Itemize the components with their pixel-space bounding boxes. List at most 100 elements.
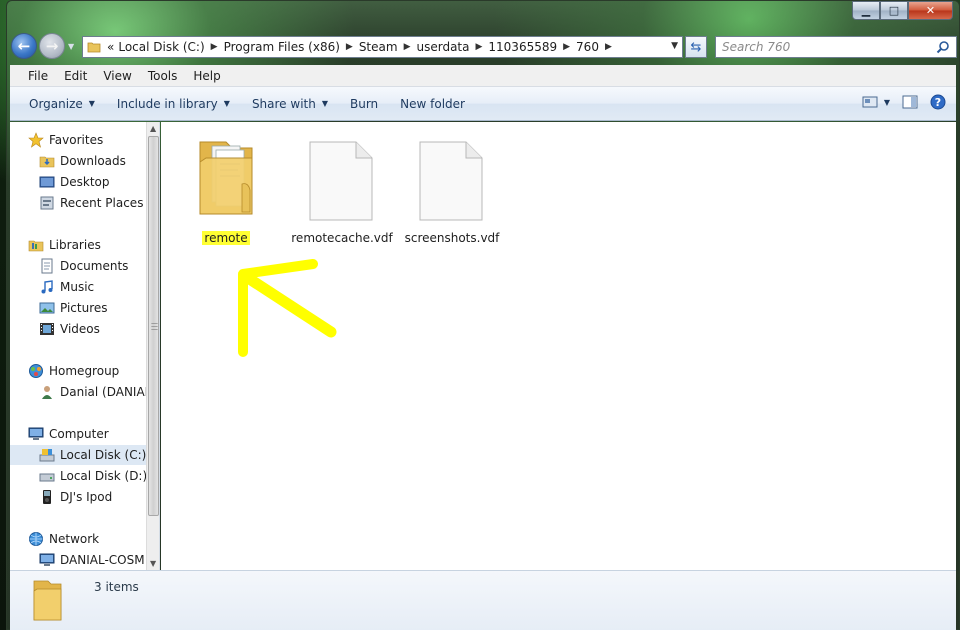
scrollbar-thumb[interactable]: — — — bbox=[148, 136, 159, 516]
new-folder-button[interactable]: New folder bbox=[389, 97, 476, 111]
back-button[interactable]: ← bbox=[11, 33, 37, 59]
computer-icon bbox=[28, 427, 44, 440]
breadcrumb-separator-icon[interactable]: ▶ bbox=[473, 42, 484, 52]
sidebar-item-label: DJ's Ipod bbox=[60, 490, 113, 504]
breadcrumb-steam[interactable]: Steam bbox=[355, 40, 402, 54]
organize-button[interactable]: Organize ▼ bbox=[18, 97, 106, 111]
close-button[interactable]: ✕ bbox=[908, 1, 953, 20]
refresh-button[interactable]: ⇆ bbox=[685, 36, 707, 58]
breadcrumb-local-disk[interactable]: Local Disk (C:) bbox=[114, 40, 208, 54]
sidebar-item-label: Local Disk (C:) bbox=[60, 448, 146, 462]
breadcrumb-user-id[interactable]: 110365589 bbox=[484, 40, 561, 54]
sidebar-item-pictures[interactable]: Pictures bbox=[10, 298, 146, 318]
sidebar-item-favorites[interactable]: Favorites bbox=[10, 130, 146, 150]
menu-bar: File Edit View Tools Help bbox=[10, 65, 956, 87]
sidebar-item-network-pc[interactable]: DANIAL-COSM bbox=[10, 550, 146, 570]
minimize-button[interactable]: ▁ bbox=[852, 1, 880, 20]
breadcrumb-separator-icon[interactable]: ▶ bbox=[603, 42, 614, 52]
history-dropdown-icon[interactable]: ▼ bbox=[68, 42, 74, 51]
music-icon bbox=[41, 280, 53, 294]
videos-icon bbox=[40, 323, 54, 335]
address-overflow-marker[interactable]: « bbox=[107, 40, 114, 54]
sidebar-item-computer[interactable]: Computer bbox=[10, 424, 146, 444]
navigation-pane: Favorites Downloads Desktop Recent Place… bbox=[10, 122, 160, 570]
menu-help[interactable]: Help bbox=[185, 69, 228, 83]
folder-icon bbox=[33, 580, 62, 621]
sidebar-item-network[interactable]: Network bbox=[10, 529, 146, 549]
file-item-remote[interactable]: remote bbox=[171, 132, 281, 245]
breadcrumb-userdata[interactable]: userdata bbox=[412, 40, 473, 54]
blank-file-icon bbox=[419, 141, 483, 221]
menu-tools[interactable]: Tools bbox=[140, 69, 186, 83]
command-bar: Organize ▼ Include in library ▼ Share wi… bbox=[10, 87, 956, 121]
forward-button[interactable]: → bbox=[39, 33, 65, 59]
help-icon[interactable]: ? bbox=[930, 94, 946, 110]
sidebar-item-music[interactable]: Music bbox=[10, 277, 146, 297]
search-input[interactable]: Search 760 bbox=[715, 36, 957, 58]
breadcrumb-separator-icon[interactable]: ▶ bbox=[402, 42, 413, 52]
share-with-label: Share with bbox=[251, 96, 316, 111]
menu-edit[interactable]: Edit bbox=[56, 69, 95, 83]
new-folder-label: New folder bbox=[400, 96, 465, 111]
sidebar-item-homegroup[interactable]: Homegroup bbox=[10, 361, 146, 381]
star-icon bbox=[28, 132, 44, 148]
search-icon[interactable] bbox=[936, 40, 950, 54]
chevron-down-icon: ▼ bbox=[223, 99, 230, 108]
scroll-up-icon[interactable]: ▲ bbox=[150, 124, 156, 133]
menu-file[interactable]: File bbox=[20, 69, 56, 83]
view-options-chevron-icon[interactable]: ▼ bbox=[884, 98, 890, 107]
sidebar-item-label: Videos bbox=[60, 322, 100, 336]
address-bar[interactable]: « Local Disk (C:) ▶ Program Files (x86) … bbox=[82, 36, 683, 58]
sidebar-item-documents[interactable]: Documents bbox=[10, 256, 146, 276]
burn-button[interactable]: Burn bbox=[339, 97, 389, 111]
breadcrumb-separator-icon[interactable]: ▶ bbox=[561, 42, 572, 52]
sidebar-item-local-disk-d[interactable]: Local Disk (D:) bbox=[10, 466, 146, 486]
search-placeholder: Search 760 bbox=[722, 40, 791, 54]
sidebar-item-label: Downloads bbox=[60, 154, 126, 168]
sidebar-item-homegroup-user[interactable]: Danial (DANIAL bbox=[10, 382, 146, 402]
sidebar-item-label: Favorites bbox=[49, 133, 104, 147]
scroll-down-icon[interactable]: ▼ bbox=[150, 559, 156, 568]
include-in-library-button[interactable]: Include in library ▼ bbox=[106, 97, 241, 111]
drive-icon bbox=[39, 473, 55, 482]
preview-pane-icon[interactable] bbox=[902, 94, 918, 110]
sidebar-item-recent-places[interactable]: Recent Places bbox=[10, 193, 146, 213]
sidebar-item-ipod[interactable]: DJ's Ipod bbox=[10, 487, 146, 507]
forward-arrow-icon: → bbox=[45, 37, 59, 55]
breadcrumb-separator-icon[interactable]: ▶ bbox=[209, 42, 220, 52]
pictures-icon bbox=[39, 302, 55, 314]
file-item-remotecache[interactable]: remotecache.vdf bbox=[287, 132, 397, 245]
details-pane: 3 items bbox=[10, 570, 956, 630]
breadcrumb-760[interactable]: 760 bbox=[572, 40, 603, 54]
include-in-library-label: Include in library bbox=[116, 96, 218, 111]
navigation-scrollbar[interactable]: ▲ — — — ▼ bbox=[146, 122, 159, 570]
folder-icon bbox=[199, 141, 253, 215]
file-name: remote bbox=[202, 231, 250, 245]
command-bar-right: ▼ ? bbox=[850, 94, 946, 110]
refresh-icon: ⇆ bbox=[690, 39, 702, 55]
computer-icon bbox=[39, 553, 55, 566]
menu-view[interactable]: View bbox=[95, 69, 139, 83]
network-icon bbox=[29, 532, 43, 546]
sidebar-item-videos[interactable]: Videos bbox=[10, 319, 146, 339]
sidebar-item-label: Documents bbox=[60, 259, 129, 273]
sidebar-item-local-disk-c[interactable]: Local Disk (C:) bbox=[10, 445, 146, 465]
breadcrumb-separator-icon[interactable]: ▶ bbox=[344, 42, 355, 52]
sidebar-item-downloads[interactable]: Downloads bbox=[10, 151, 146, 171]
file-item-screenshots[interactable]: screenshots.vdf bbox=[397, 132, 507, 245]
sidebar-item-label: Libraries bbox=[49, 238, 101, 252]
address-dropdown-icon[interactable]: ▼ bbox=[671, 41, 678, 51]
sidebar-item-label: DANIAL-COSM bbox=[60, 553, 145, 567]
sidebar-item-desktop[interactable]: Desktop bbox=[10, 172, 146, 192]
blank-file-icon bbox=[309, 141, 373, 221]
drive-icon bbox=[39, 449, 55, 462]
sidebar-item-label: Network bbox=[49, 532, 100, 546]
sidebar-item-libraries[interactable]: Libraries bbox=[10, 235, 146, 255]
sidebar-item-label: Music bbox=[60, 280, 95, 294]
item-count: 3 items bbox=[94, 580, 139, 594]
maximize-button[interactable]: □ bbox=[880, 1, 908, 20]
change-view-icon[interactable] bbox=[862, 94, 878, 110]
downloads-folder-icon bbox=[39, 156, 55, 168]
share-with-button[interactable]: Share with ▼ bbox=[241, 97, 339, 111]
breadcrumb-program-files[interactable]: Program Files (x86) bbox=[220, 40, 344, 54]
